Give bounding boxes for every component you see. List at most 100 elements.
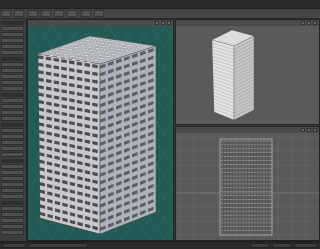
sidebar-tool-button[interactable] [1,50,24,55]
sidebar-tool-button[interactable] [1,206,24,211]
sidebar-section-header [1,93,24,97]
roof-block [100,42,105,45]
roof-block [56,55,62,58]
sidebar-tool-button[interactable] [1,86,24,91]
roof-block [102,48,108,52]
toolbar-button[interactable] [1,10,11,17]
roof-block [109,47,114,50]
sidebar-tool-button[interactable] [1,146,24,151]
roof-block [84,54,89,57]
sidebar-tool-button[interactable] [1,80,24,85]
status-field[interactable] [294,243,318,248]
title-bar [0,0,320,9]
roof-block [54,49,59,52]
sidebar-tool-button[interactable] [1,182,24,187]
roof-block [97,54,103,57]
roof-block [74,46,79,49]
roof-block [69,51,74,54]
status-field [28,243,88,248]
sidebar-tool-button[interactable] [1,128,24,133]
bottom-right-viewport[interactable] [175,126,320,241]
sidebar-tool-button[interactable] [1,212,24,217]
camera-icon[interactable] [301,128,305,132]
viewport-background [176,133,319,240]
sidebar-tool-button[interactable] [1,230,24,235]
roof-block [95,47,100,50]
sidebar-tool-button[interactable] [1,176,24,181]
roof-block [96,50,101,53]
toolbar-button[interactable] [67,10,78,17]
toolbar-button[interactable] [54,10,65,17]
camera-icon[interactable] [155,21,159,25]
sidebar-tool-button[interactable] [1,98,24,103]
roof-block [67,48,73,51]
view-options-icon[interactable] [313,128,317,132]
roof-block [78,56,83,59]
sidebar-tool-button[interactable] [1,188,24,193]
roof-block [92,40,98,44]
sidebar-tool-button[interactable] [1,26,24,31]
roof-block [64,57,69,60]
roof-block [82,51,88,54]
sidebar-tool-button[interactable] [1,116,24,121]
sidebar-tool-button[interactable] [1,38,24,43]
roof-block [99,57,104,60]
roof-block [48,50,53,54]
sidebar-tool-button[interactable] [1,110,24,115]
roof-block [115,45,120,48]
sidebar-section-header [1,123,24,127]
toolbar-button[interactable] [27,10,38,17]
toolbar-button[interactable] [40,10,51,17]
toolbar-button[interactable] [14,10,25,17]
view-options-icon[interactable] [313,21,317,25]
roof-block [76,53,82,56]
sidebar-tool-button[interactable] [1,62,24,67]
roof-block [116,48,121,51]
sidebar-tool-button[interactable] [1,170,24,175]
toolbar-button[interactable] [93,10,104,17]
view-options-icon[interactable] [167,21,171,25]
maximize-icon[interactable] [307,21,311,25]
roof-block [93,59,98,62]
roof-block [79,59,84,62]
sidebar-tool-button[interactable] [1,74,24,79]
top-right-viewport[interactable] [175,19,320,125]
roof-block [105,55,110,58]
sidebar-tool-button[interactable] [1,44,24,49]
status-field[interactable] [2,243,26,248]
roof-block [106,40,111,43]
roof-block [91,37,96,40]
roof-block [87,46,93,49]
camera-icon[interactable] [301,21,305,25]
sidebar-tool-button[interactable] [1,104,24,109]
roof-block [86,42,91,45]
sidebar-tool-button[interactable] [1,152,24,157]
roof-block [90,52,95,55]
status-field[interactable] [250,243,270,248]
roof-block [136,46,141,49]
perspective-viewport[interactable] [27,19,174,241]
roof-block [124,49,129,52]
roof-block [66,45,71,48]
sidebar-tool-button[interactable] [1,68,24,73]
sidebar-tool-button[interactable] [1,218,24,223]
roof-block [128,44,134,47]
sidebar-tool-button[interactable] [1,224,24,229]
sidebar-tool-button[interactable] [1,32,24,37]
maximize-icon[interactable] [161,21,165,25]
sidebar-tool-button[interactable] [1,164,24,169]
sidebar-tool-button[interactable] [1,194,24,199]
toolbar-button[interactable] [80,10,91,17]
roof-block [63,53,68,56]
maximize-icon[interactable] [307,128,311,132]
status-field[interactable] [272,243,292,248]
sidebar-tool-button[interactable] [1,140,24,145]
roof-block [111,53,116,56]
roof-block [86,61,92,64]
roof-block [72,43,78,46]
roof-block [110,50,115,53]
roof-block [122,46,128,49]
roof-block [49,54,54,57]
bottom-right-canvas [176,133,319,240]
sidebar-tool-button[interactable] [1,134,24,139]
